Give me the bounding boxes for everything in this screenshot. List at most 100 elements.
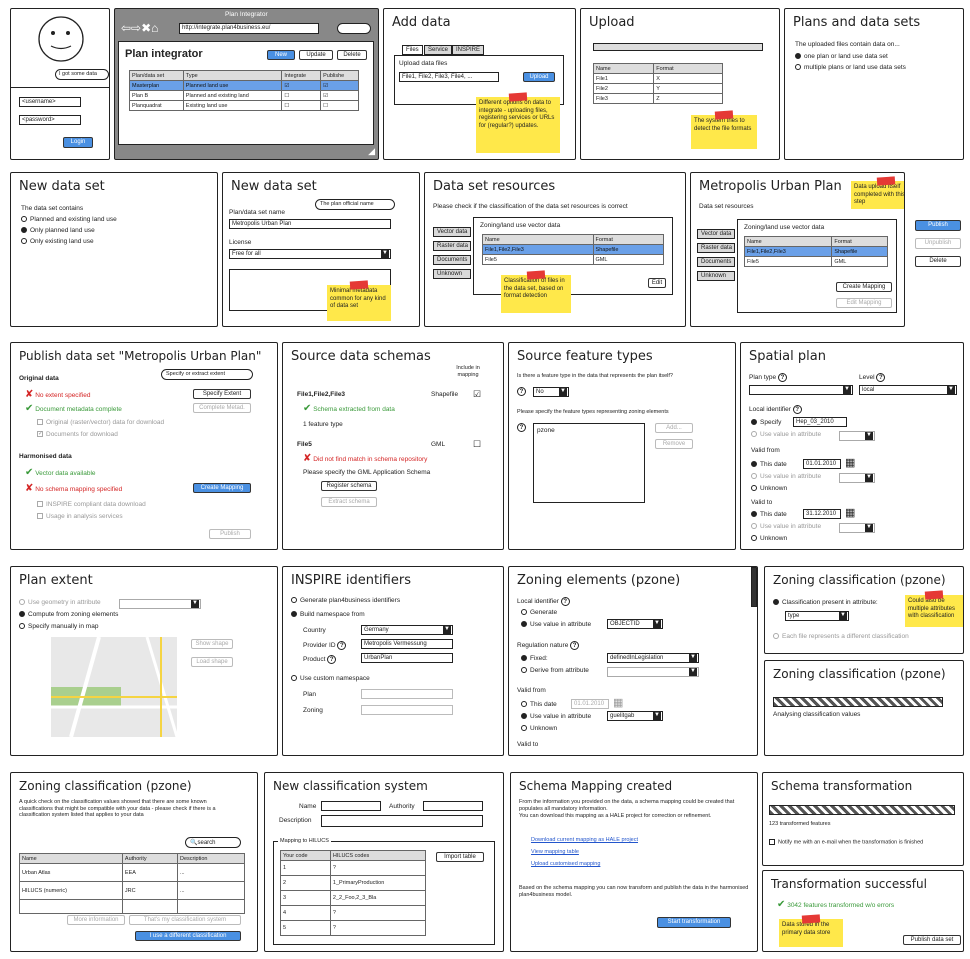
delete-button[interactable]: Delete bbox=[337, 50, 367, 60]
option-planned-existing[interactable]: Planned and existing land use bbox=[21, 216, 117, 224]
use-attr-option[interactable]: Use value in attribute bbox=[751, 523, 821, 531]
publish-button[interactable]: Publish bbox=[209, 529, 251, 539]
use-attr-option[interactable]: Use value in attribute bbox=[521, 713, 591, 721]
radio-icon[interactable] bbox=[751, 535, 757, 542]
browser-nav-icons[interactable]: ⇦⇨✖⌂ bbox=[121, 21, 158, 35]
table-row[interactable]: 4? bbox=[280, 905, 427, 921]
attr-select[interactable]: type bbox=[785, 611, 849, 621]
product-input[interactable]: UrbanPlan bbox=[361, 653, 453, 663]
plan-name-input[interactable]: Metropolis Urban Plan bbox=[229, 219, 391, 229]
name-input[interactable] bbox=[321, 801, 381, 811]
custom-option[interactable]: Use custom namespace bbox=[291, 675, 370, 683]
geometry-select[interactable] bbox=[119, 599, 201, 609]
table-row[interactable]: File5 GML bbox=[482, 254, 665, 265]
resize-handle-icon[interactable]: ◢ bbox=[368, 146, 375, 157]
license-select[interactable]: Free for all bbox=[229, 249, 391, 259]
attr-select[interactable] bbox=[839, 473, 875, 483]
table-row[interactable]: 5? bbox=[280, 920, 427, 936]
option-planned[interactable]: Only planned land use bbox=[21, 227, 95, 235]
update-button[interactable]: Update bbox=[299, 50, 333, 60]
help-icon[interactable]: ? bbox=[517, 423, 526, 432]
local-id-input[interactable]: Hep_03_2010 bbox=[793, 417, 847, 427]
help-icon[interactable]: ? bbox=[570, 641, 580, 650]
integrate-checkbox[interactable]: ☐ bbox=[281, 90, 322, 101]
provider-input[interactable]: Metropolis Vermessung bbox=[361, 639, 453, 649]
radio-icon[interactable] bbox=[521, 725, 527, 732]
delete-button[interactable]: Delete bbox=[915, 256, 961, 267]
feature-type-list[interactable]: pzone bbox=[533, 423, 645, 503]
tab-raster-data[interactable]: Raster data bbox=[433, 241, 471, 251]
help-icon[interactable]: ? bbox=[876, 373, 886, 382]
create-mapping-button[interactable]: Create Mapping bbox=[836, 282, 892, 292]
unknown-option[interactable]: Unknown bbox=[521, 725, 557, 733]
description-input[interactable] bbox=[321, 815, 483, 827]
attr-select[interactable] bbox=[839, 523, 875, 533]
download-mapping-link[interactable]: Download current mapping as HALE project bbox=[531, 837, 638, 844]
table-row[interactable]: File5 GML bbox=[743, 256, 888, 267]
radio-icon[interactable] bbox=[521, 609, 527, 616]
orig-download-option[interactable]: Original (raster/vector) data for downlo… bbox=[37, 419, 164, 427]
radio-icon[interactable] bbox=[521, 655, 527, 662]
from-date-input[interactable]: 01.01.2010 bbox=[803, 459, 841, 469]
radio-icon[interactable] bbox=[751, 419, 757, 426]
table-row[interactable]: 3 2_2_Foo,2_3_Bla bbox=[280, 890, 427, 906]
include-checkbox-1[interactable]: ☑ bbox=[473, 389, 481, 400]
help-icon[interactable]: ? bbox=[337, 641, 347, 650]
radio-icon[interactable] bbox=[291, 675, 297, 682]
country-select[interactable]: Germany bbox=[361, 625, 453, 635]
radio-icon[interactable] bbox=[751, 511, 757, 518]
edit-button[interactable]: Edit bbox=[648, 278, 666, 288]
create-mapping-button[interactable]: Create Mapping bbox=[193, 483, 251, 493]
radio-icon[interactable] bbox=[751, 485, 757, 492]
attr-select[interactable]: guelitgab bbox=[607, 711, 663, 721]
include-checkbox-2[interactable]: ☐ bbox=[473, 439, 481, 450]
date-input[interactable]: 01.01.2010 bbox=[571, 699, 609, 709]
radio-icon[interactable] bbox=[521, 621, 527, 628]
password-input[interactable]: <password> bbox=[19, 115, 81, 125]
radio-icon[interactable] bbox=[751, 473, 757, 480]
help-icon[interactable]: ? bbox=[792, 405, 802, 414]
radio-icon[interactable] bbox=[795, 64, 801, 71]
checkbox-icon[interactable] bbox=[37, 513, 43, 520]
use-different-button[interactable]: I use a different classification bbox=[135, 931, 241, 941]
geometry-option[interactable]: Use geometry in attribute bbox=[19, 599, 101, 607]
table-row[interactable]: File1 X bbox=[592, 73, 723, 84]
extract-schema-button[interactable]: Extract schema bbox=[321, 497, 377, 507]
view-mapping-link[interactable]: View mapping table bbox=[531, 849, 579, 856]
radio-icon[interactable] bbox=[751, 523, 757, 530]
derive-option[interactable]: Derive from attribute bbox=[521, 667, 589, 675]
radio-icon[interactable] bbox=[521, 713, 527, 720]
checkbox-icon[interactable] bbox=[37, 501, 43, 508]
start-transformation-button[interactable]: Start transformation bbox=[657, 917, 731, 928]
table-row[interactable]: File1,File2,File3 Shapefile bbox=[482, 244, 665, 255]
radio-icon[interactable] bbox=[21, 216, 27, 223]
use-attr-option[interactable]: Use value in attribute bbox=[751, 473, 821, 481]
table-row[interactable]: File1,File2,File3 Shapefile bbox=[743, 246, 888, 257]
radio-icon[interactable] bbox=[751, 431, 757, 438]
radio-icon[interactable] bbox=[751, 461, 757, 468]
table-row[interactable]: 1? bbox=[280, 860, 427, 876]
calendar-icon[interactable]: ▦ bbox=[613, 697, 623, 710]
fixed-select[interactable]: definedInLegislation bbox=[607, 653, 699, 663]
plan-feature-select[interactable]: No bbox=[533, 387, 569, 397]
tab-raster-data[interactable]: Raster data bbox=[697, 243, 735, 253]
load-shape-button[interactable]: Load shape bbox=[191, 657, 233, 667]
radio-icon[interactable] bbox=[773, 633, 779, 640]
option-existing[interactable]: Only existing land use bbox=[21, 238, 94, 246]
attr-option[interactable]: Classification present in attribute: bbox=[773, 599, 878, 607]
tab-documents[interactable]: Documents bbox=[433, 255, 471, 265]
search-field[interactable] bbox=[337, 23, 371, 34]
publish-checkbox[interactable]: ☐ bbox=[320, 100, 359, 111]
docs-download-option[interactable]: ✓ Documents for download bbox=[37, 431, 118, 439]
radio-icon[interactable] bbox=[19, 611, 25, 618]
unpublish-button[interactable]: Unpublish bbox=[915, 238, 961, 249]
help-icon[interactable]: ? bbox=[777, 373, 787, 382]
tab-vector-data[interactable]: Vector data bbox=[697, 229, 735, 239]
integrate-checkbox[interactable]: ☐ bbox=[281, 100, 322, 111]
remove-button[interactable]: Remove bbox=[655, 439, 693, 449]
plan-type-select[interactable] bbox=[749, 385, 853, 395]
checkbox-icon[interactable]: ✓ bbox=[37, 431, 43, 438]
search-input[interactable]: 🔍search bbox=[185, 837, 241, 848]
scrollbar[interactable] bbox=[751, 567, 757, 607]
register-schema-button[interactable]: Register schema bbox=[321, 481, 377, 491]
